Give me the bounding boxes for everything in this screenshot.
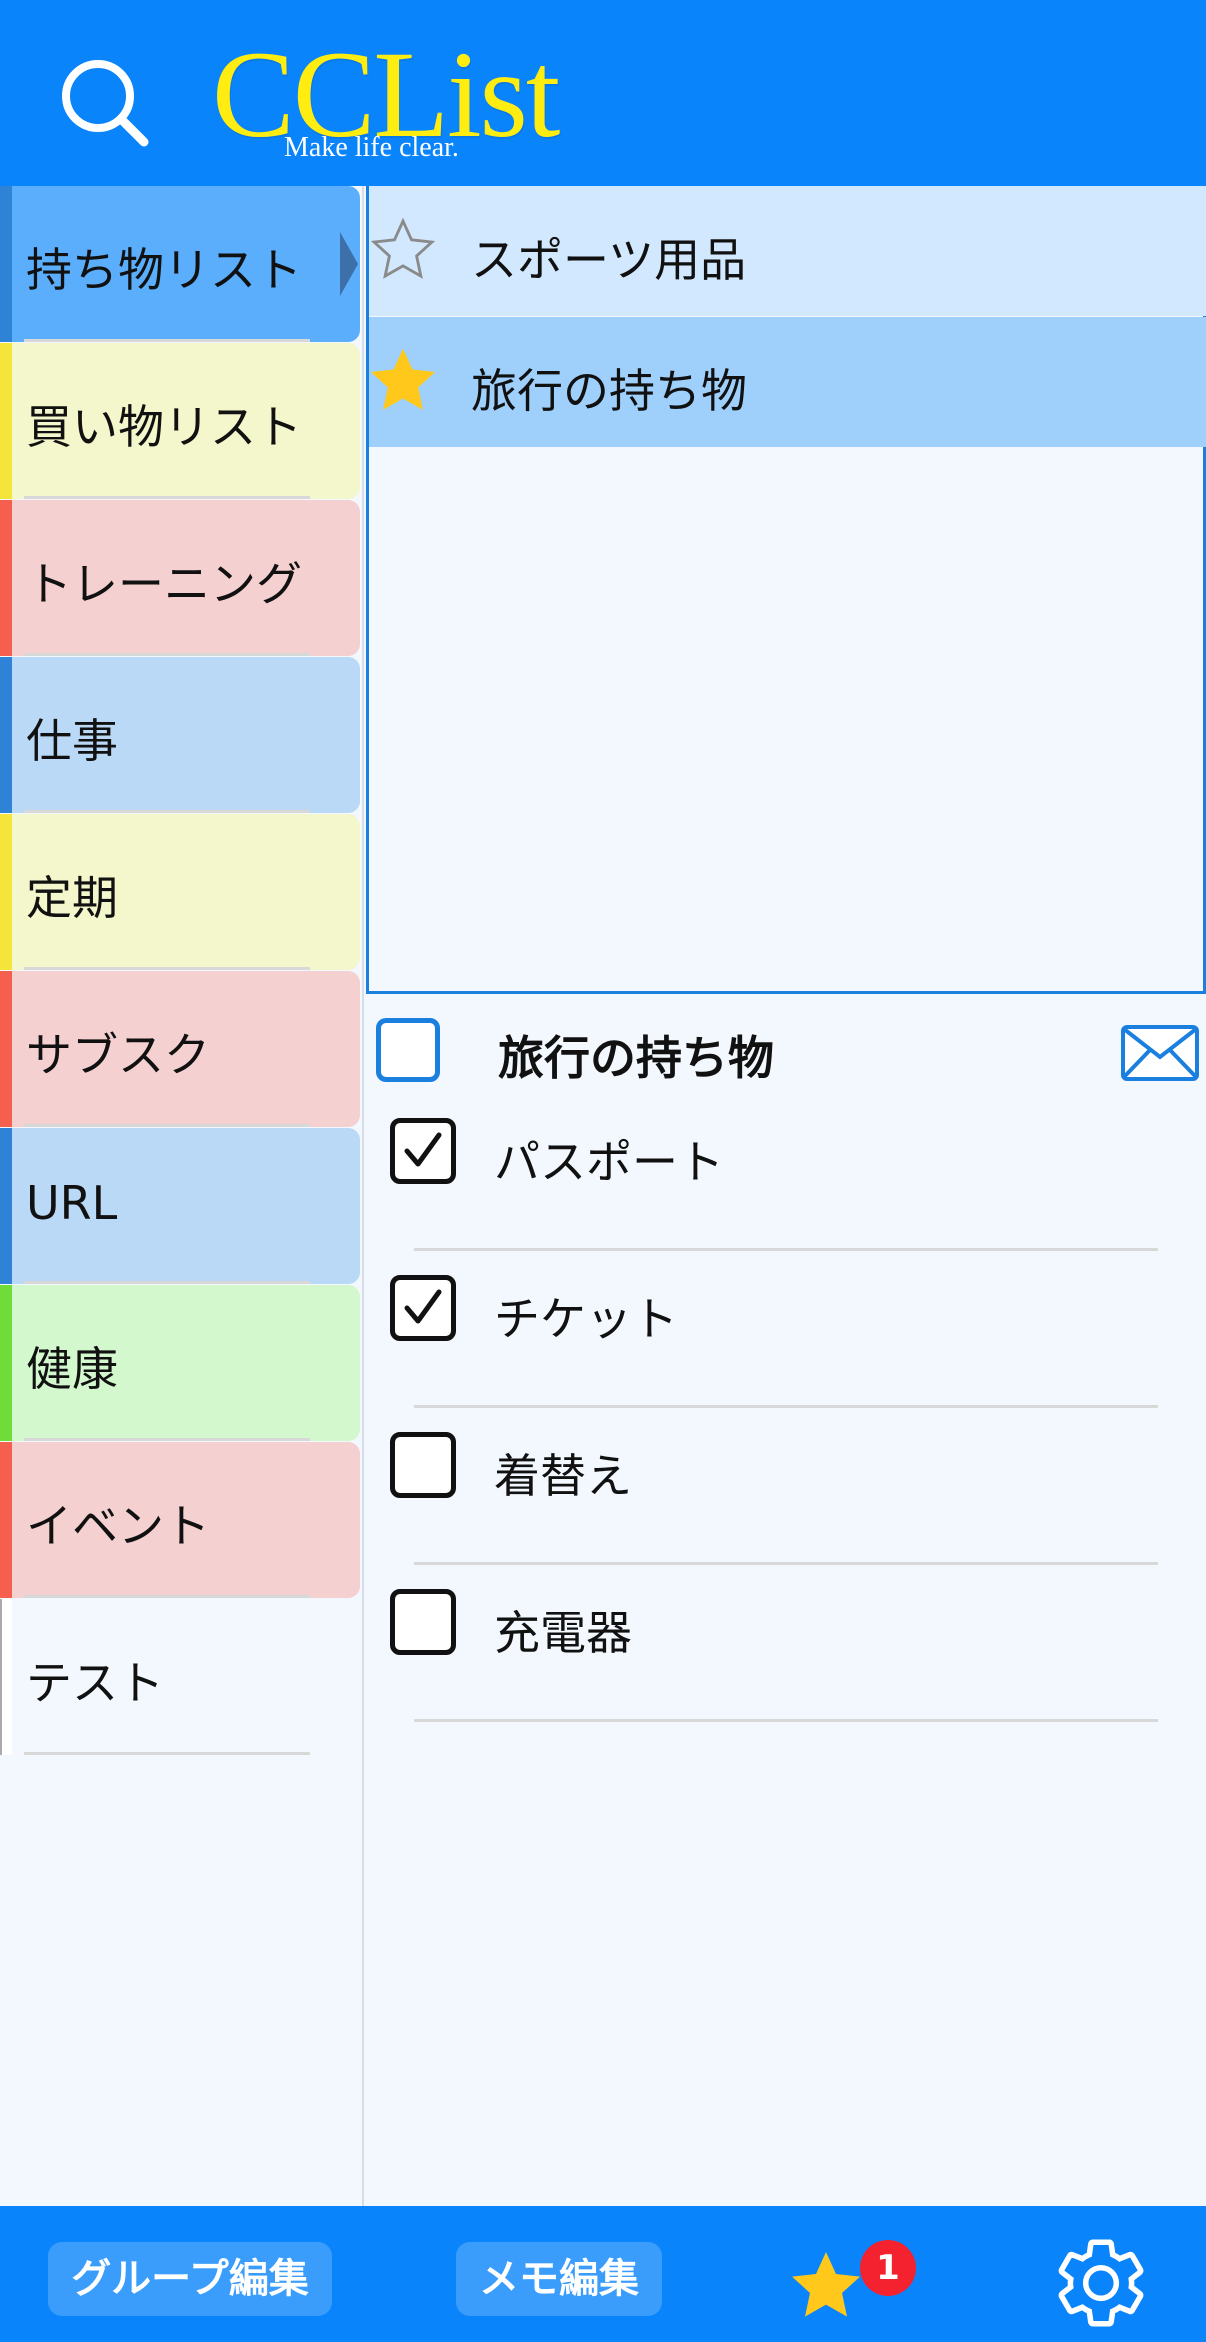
group-item-background: 持ち物リスト <box>12 186 360 342</box>
item-checkbox[interactable] <box>390 1118 456 1184</box>
sidebar-group-item[interactable]: テスト <box>0 1599 360 1755</box>
settings-button[interactable] <box>1050 2232 1152 2334</box>
group-sidebar: 持ち物リスト 買い物リスト トレーニング 仕事定期サブスク URL 健康イベントテスト <box>0 186 364 2206</box>
sidebar-group-item[interactable]: イベント <box>0 1442 360 1598</box>
checklist-item: 充電器 <box>366 1565 1206 1722</box>
group-item-label: イベント <box>26 1499 210 1553</box>
sidebar-group-item[interactable]: 買い物リスト <box>0 343 360 499</box>
group-edit-button[interactable]: グループ編集 <box>48 2242 332 2316</box>
memo-item-label: スポーツ用品 <box>471 233 747 287</box>
gear-icon <box>1058 2239 1144 2327</box>
app-header: CCList Make life clear. <box>0 0 1206 186</box>
group-item-label: サブスク <box>26 1028 210 1082</box>
search-button[interactable] <box>50 48 160 158</box>
group-color-stripe <box>0 343 12 499</box>
app-logo: CCList Make life clear. <box>212 20 572 170</box>
checkmark-icon <box>404 1132 442 1167</box>
star-outline-icon[interactable] <box>369 216 437 284</box>
group-separator <box>24 1752 310 1755</box>
group-color-stripe <box>0 657 12 813</box>
group-separator <box>24 339 310 342</box>
checklist-item-label: チケット <box>494 1292 678 1346</box>
group-item-background: サブスク <box>12 971 360 1127</box>
group-item-label: 定期 <box>26 871 118 925</box>
item-checkbox[interactable] <box>390 1589 456 1655</box>
group-separator <box>24 496 310 499</box>
favorites-button[interactable] <box>786 2246 866 2326</box>
search-icon <box>62 60 149 147</box>
mail-icon <box>1121 1025 1199 1081</box>
group-item-label: URL <box>26 1176 118 1230</box>
item-checkbox[interactable] <box>390 1432 456 1498</box>
group-color-stripe <box>0 500 12 656</box>
group-color-stripe <box>0 1285 12 1441</box>
group-color-stripe <box>0 1442 12 1598</box>
group-item-label: テスト <box>26 1656 164 1710</box>
group-separator <box>24 1595 310 1598</box>
group-item-label: 買い物リスト <box>26 400 302 454</box>
favorites-count-badge: 1 <box>860 2240 916 2296</box>
group-separator <box>24 810 310 813</box>
memo-edit-button[interactable]: メモ編集 <box>456 2242 662 2316</box>
memo-list-item[interactable]: スポーツ用品 <box>369 186 1206 316</box>
group-item-background: 仕事 <box>12 657 360 813</box>
group-item-background: イベント <box>12 1442 360 1598</box>
group-item-label: 健康 <box>26 1342 118 1396</box>
checklist-item: チケット <box>366 1251 1206 1408</box>
group-item-background: URL <box>12 1128 360 1284</box>
checklist-item: パスポート <box>366 1094 1206 1251</box>
sidebar-group-item[interactable]: サブスク <box>0 971 360 1127</box>
group-separator <box>24 653 310 656</box>
select-all-checkbox[interactable] <box>376 1018 440 1082</box>
checklist-item: 着替え <box>366 1408 1206 1565</box>
group-item-label: 仕事 <box>26 714 118 768</box>
sidebar-group-item[interactable]: 仕事 <box>0 657 360 813</box>
share-mail-button[interactable] <box>1120 1024 1200 1082</box>
group-separator <box>24 1438 310 1441</box>
logo-tagline: Make life clear. <box>284 132 459 163</box>
bottom-toolbar: グループ編集 メモ編集 1 <box>0 2206 1206 2342</box>
star-filled-icon[interactable] <box>369 347 437 415</box>
checklist-item-label: 着替え <box>494 1449 632 1503</box>
sidebar-group-item[interactable]: 持ち物リスト <box>0 186 360 342</box>
group-color-stripe <box>0 814 12 970</box>
group-color-stripe <box>0 186 12 342</box>
sidebar-group-item[interactable]: URL <box>0 1128 360 1284</box>
memo-list-item[interactable]: 旅行の持ち物 <box>369 317 1206 447</box>
checkmark-icon <box>404 1289 442 1324</box>
group-separator <box>24 967 310 970</box>
checklist-item-label: パスポート <box>494 1135 724 1189</box>
group-item-background: 定期 <box>12 814 360 970</box>
group-item-label: 持ち物リスト <box>26 243 302 297</box>
sidebar-group-item[interactable]: トレーニング <box>0 500 360 656</box>
checklist-item-label: 充電器 <box>494 1606 632 1660</box>
group-color-stripe <box>0 1128 12 1284</box>
group-item-background: テスト <box>12 1599 360 1755</box>
group-item-background: 買い物リスト <box>12 343 360 499</box>
group-item-label: トレーニング <box>26 557 302 611</box>
group-separator <box>24 1281 310 1284</box>
group-item-background: トレーニング <box>12 500 360 656</box>
selected-arrow-icon <box>340 232 358 296</box>
checklist-separator <box>414 1719 1158 1722</box>
group-separator <box>24 1124 310 1127</box>
group-item-background: 健康 <box>12 1285 360 1441</box>
memo-list: スポーツ用品 旅行の持ち物 <box>366 186 1206 994</box>
memo-item-label: 旅行の持ち物 <box>471 364 747 418</box>
star-icon <box>792 2252 860 2317</box>
memo-detail-title: 旅行の持ち物 <box>498 1031 774 1085</box>
group-color-stripe <box>0 971 12 1127</box>
sidebar-group-item[interactable]: 定期 <box>0 814 360 970</box>
sidebar-group-item[interactable]: 健康 <box>0 1285 360 1441</box>
item-checkbox[interactable] <box>390 1275 456 1341</box>
group-color-stripe <box>0 1599 12 1755</box>
